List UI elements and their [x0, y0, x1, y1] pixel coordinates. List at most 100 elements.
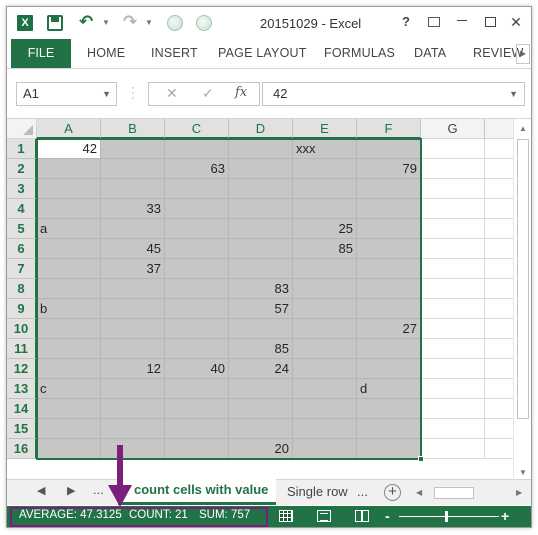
cell-b6[interactable]: 45 [101, 239, 165, 259]
row-header-2[interactable]: 2 [7, 159, 37, 179]
cell-d11[interactable]: 85 [229, 339, 293, 359]
cell-f14[interactable] [357, 399, 421, 419]
minimize-button[interactable] [449, 11, 475, 33]
cell-g5[interactable] [421, 219, 485, 239]
cell-a8[interactable] [37, 279, 101, 299]
row-header-14[interactable]: 14 [7, 399, 37, 419]
expand-formula-icon[interactable]: ▼ [509, 83, 518, 105]
row-header-11[interactable]: 11 [7, 339, 37, 359]
cell-d6[interactable] [229, 239, 293, 259]
cell-a1[interactable]: 42 [37, 139, 101, 159]
help-button[interactable]: ? [393, 11, 419, 33]
page-layout-view-icon[interactable] [317, 510, 331, 522]
close-button[interactable]: ✕ [503, 11, 529, 33]
cell-f9[interactable] [357, 299, 421, 319]
cell-d7[interactable] [229, 259, 293, 279]
row-header-15[interactable]: 15 [7, 419, 37, 439]
cell-g12[interactable] [421, 359, 485, 379]
cell-g2[interactable] [421, 159, 485, 179]
cell-e11[interactable] [293, 339, 357, 359]
cell-a16[interactable] [37, 439, 101, 459]
cell-e3[interactable] [293, 179, 357, 199]
row-header-1[interactable]: 1 [7, 139, 37, 159]
row-header-3[interactable]: 3 [7, 179, 37, 199]
cell-g16[interactable] [421, 439, 485, 459]
row-header-7[interactable]: 7 [7, 259, 37, 279]
cell-c1[interactable] [165, 139, 229, 159]
cell-e9[interactable] [293, 299, 357, 319]
cell-e16[interactable] [293, 439, 357, 459]
cell-d13[interactable] [229, 379, 293, 399]
cell-d1[interactable] [229, 139, 293, 159]
cell-b9[interactable] [101, 299, 165, 319]
cell-e13[interactable] [293, 379, 357, 399]
cell-f10[interactable]: 27 [357, 319, 421, 339]
cell-c7[interactable] [165, 259, 229, 279]
ribbon-scroll-right-icon[interactable]: ▶ [516, 44, 530, 64]
cell-a10[interactable] [37, 319, 101, 339]
row-header-5[interactable]: 5 [7, 219, 37, 239]
cell-a5[interactable]: a [37, 219, 101, 239]
redo-dropdown-icon[interactable]: ▼ [145, 18, 153, 27]
cell-e5[interactable]: 25 [293, 219, 357, 239]
scroll-thumb[interactable] [517, 139, 529, 419]
scroll-left-icon[interactable]: ◀ [416, 485, 422, 501]
scroll-right-icon[interactable]: ▶ [516, 485, 522, 501]
zoom-slider-thumb[interactable] [445, 511, 448, 522]
cell-a14[interactable] [37, 399, 101, 419]
cell-d9[interactable]: 57 [229, 299, 293, 319]
column-header-d[interactable]: D [229, 119, 293, 139]
row-header-16[interactable]: 16 [7, 439, 37, 459]
cancel-icon[interactable]: ✕ [166, 85, 178, 102]
chevron-down-icon[interactable]: ▼ [102, 83, 111, 105]
cell-c6[interactable] [165, 239, 229, 259]
cell-d10[interactable] [229, 319, 293, 339]
select-all-button[interactable] [7, 119, 37, 139]
excel-icon[interactable]: X [17, 15, 33, 31]
cell-a6[interactable] [37, 239, 101, 259]
cell-b7[interactable]: 37 [101, 259, 165, 279]
cell-e12[interactable] [293, 359, 357, 379]
cell-b2[interactable] [101, 159, 165, 179]
cell-e15[interactable] [293, 419, 357, 439]
cell-e4[interactable] [293, 199, 357, 219]
column-header-a[interactable]: A [37, 119, 101, 139]
scroll-down-icon[interactable]: ▼ [516, 466, 530, 478]
undo-dropdown-icon[interactable]: ▼ [102, 18, 110, 27]
zoom-out-button[interactable]: - [385, 508, 390, 524]
cell-f5[interactable] [357, 219, 421, 239]
sheet-more-left[interactable]: ... [93, 482, 104, 497]
cell-d5[interactable] [229, 219, 293, 239]
cell-c8[interactable] [165, 279, 229, 299]
column-header-c[interactable]: C [165, 119, 229, 139]
row-header-4[interactable]: 4 [7, 199, 37, 219]
cell-e7[interactable] [293, 259, 357, 279]
sheet-prev-icon[interactable]: ◀ [37, 484, 45, 497]
row-header-12[interactable]: 12 [7, 359, 37, 379]
cell-f13[interactable]: d [357, 379, 421, 399]
cell-b10[interactable] [101, 319, 165, 339]
column-header-e[interactable]: E [293, 119, 357, 139]
cell-a4[interactable] [37, 199, 101, 219]
sheet-more-right[interactable]: ... [357, 484, 368, 499]
cell-d4[interactable] [229, 199, 293, 219]
cell-c15[interactable] [165, 419, 229, 439]
tab-page-layout[interactable]: PAGE LAYOUT [218, 46, 307, 60]
cell-c5[interactable] [165, 219, 229, 239]
worksheet-grid[interactable]: A B C D E F G 1 42 xxx 2 63 79 3 4 33 5 a 25 6 45 85 7 37 8 83 9 b 5… [7, 118, 531, 478]
cell-a15[interactable] [37, 419, 101, 439]
quick-access-circle-icon[interactable] [196, 15, 212, 31]
cell-g8[interactable] [421, 279, 485, 299]
cell-e8[interactable] [293, 279, 357, 299]
vertical-scrollbar[interactable]: ▲ ▼ [513, 119, 531, 478]
tab-formulas[interactable]: FORMULAS [324, 46, 395, 60]
add-sheet-button[interactable]: + [384, 484, 401, 501]
cell-f8[interactable] [357, 279, 421, 299]
cell-f11[interactable] [357, 339, 421, 359]
redo-icon[interactable]: ↷ [123, 13, 139, 31]
formula-input[interactable]: 42 ▼ [262, 82, 525, 106]
cell-b5[interactable] [101, 219, 165, 239]
insert-function-icon[interactable]: fx [235, 85, 247, 100]
cell-g1[interactable] [421, 139, 485, 159]
row-header-13[interactable]: 13 [7, 379, 37, 399]
